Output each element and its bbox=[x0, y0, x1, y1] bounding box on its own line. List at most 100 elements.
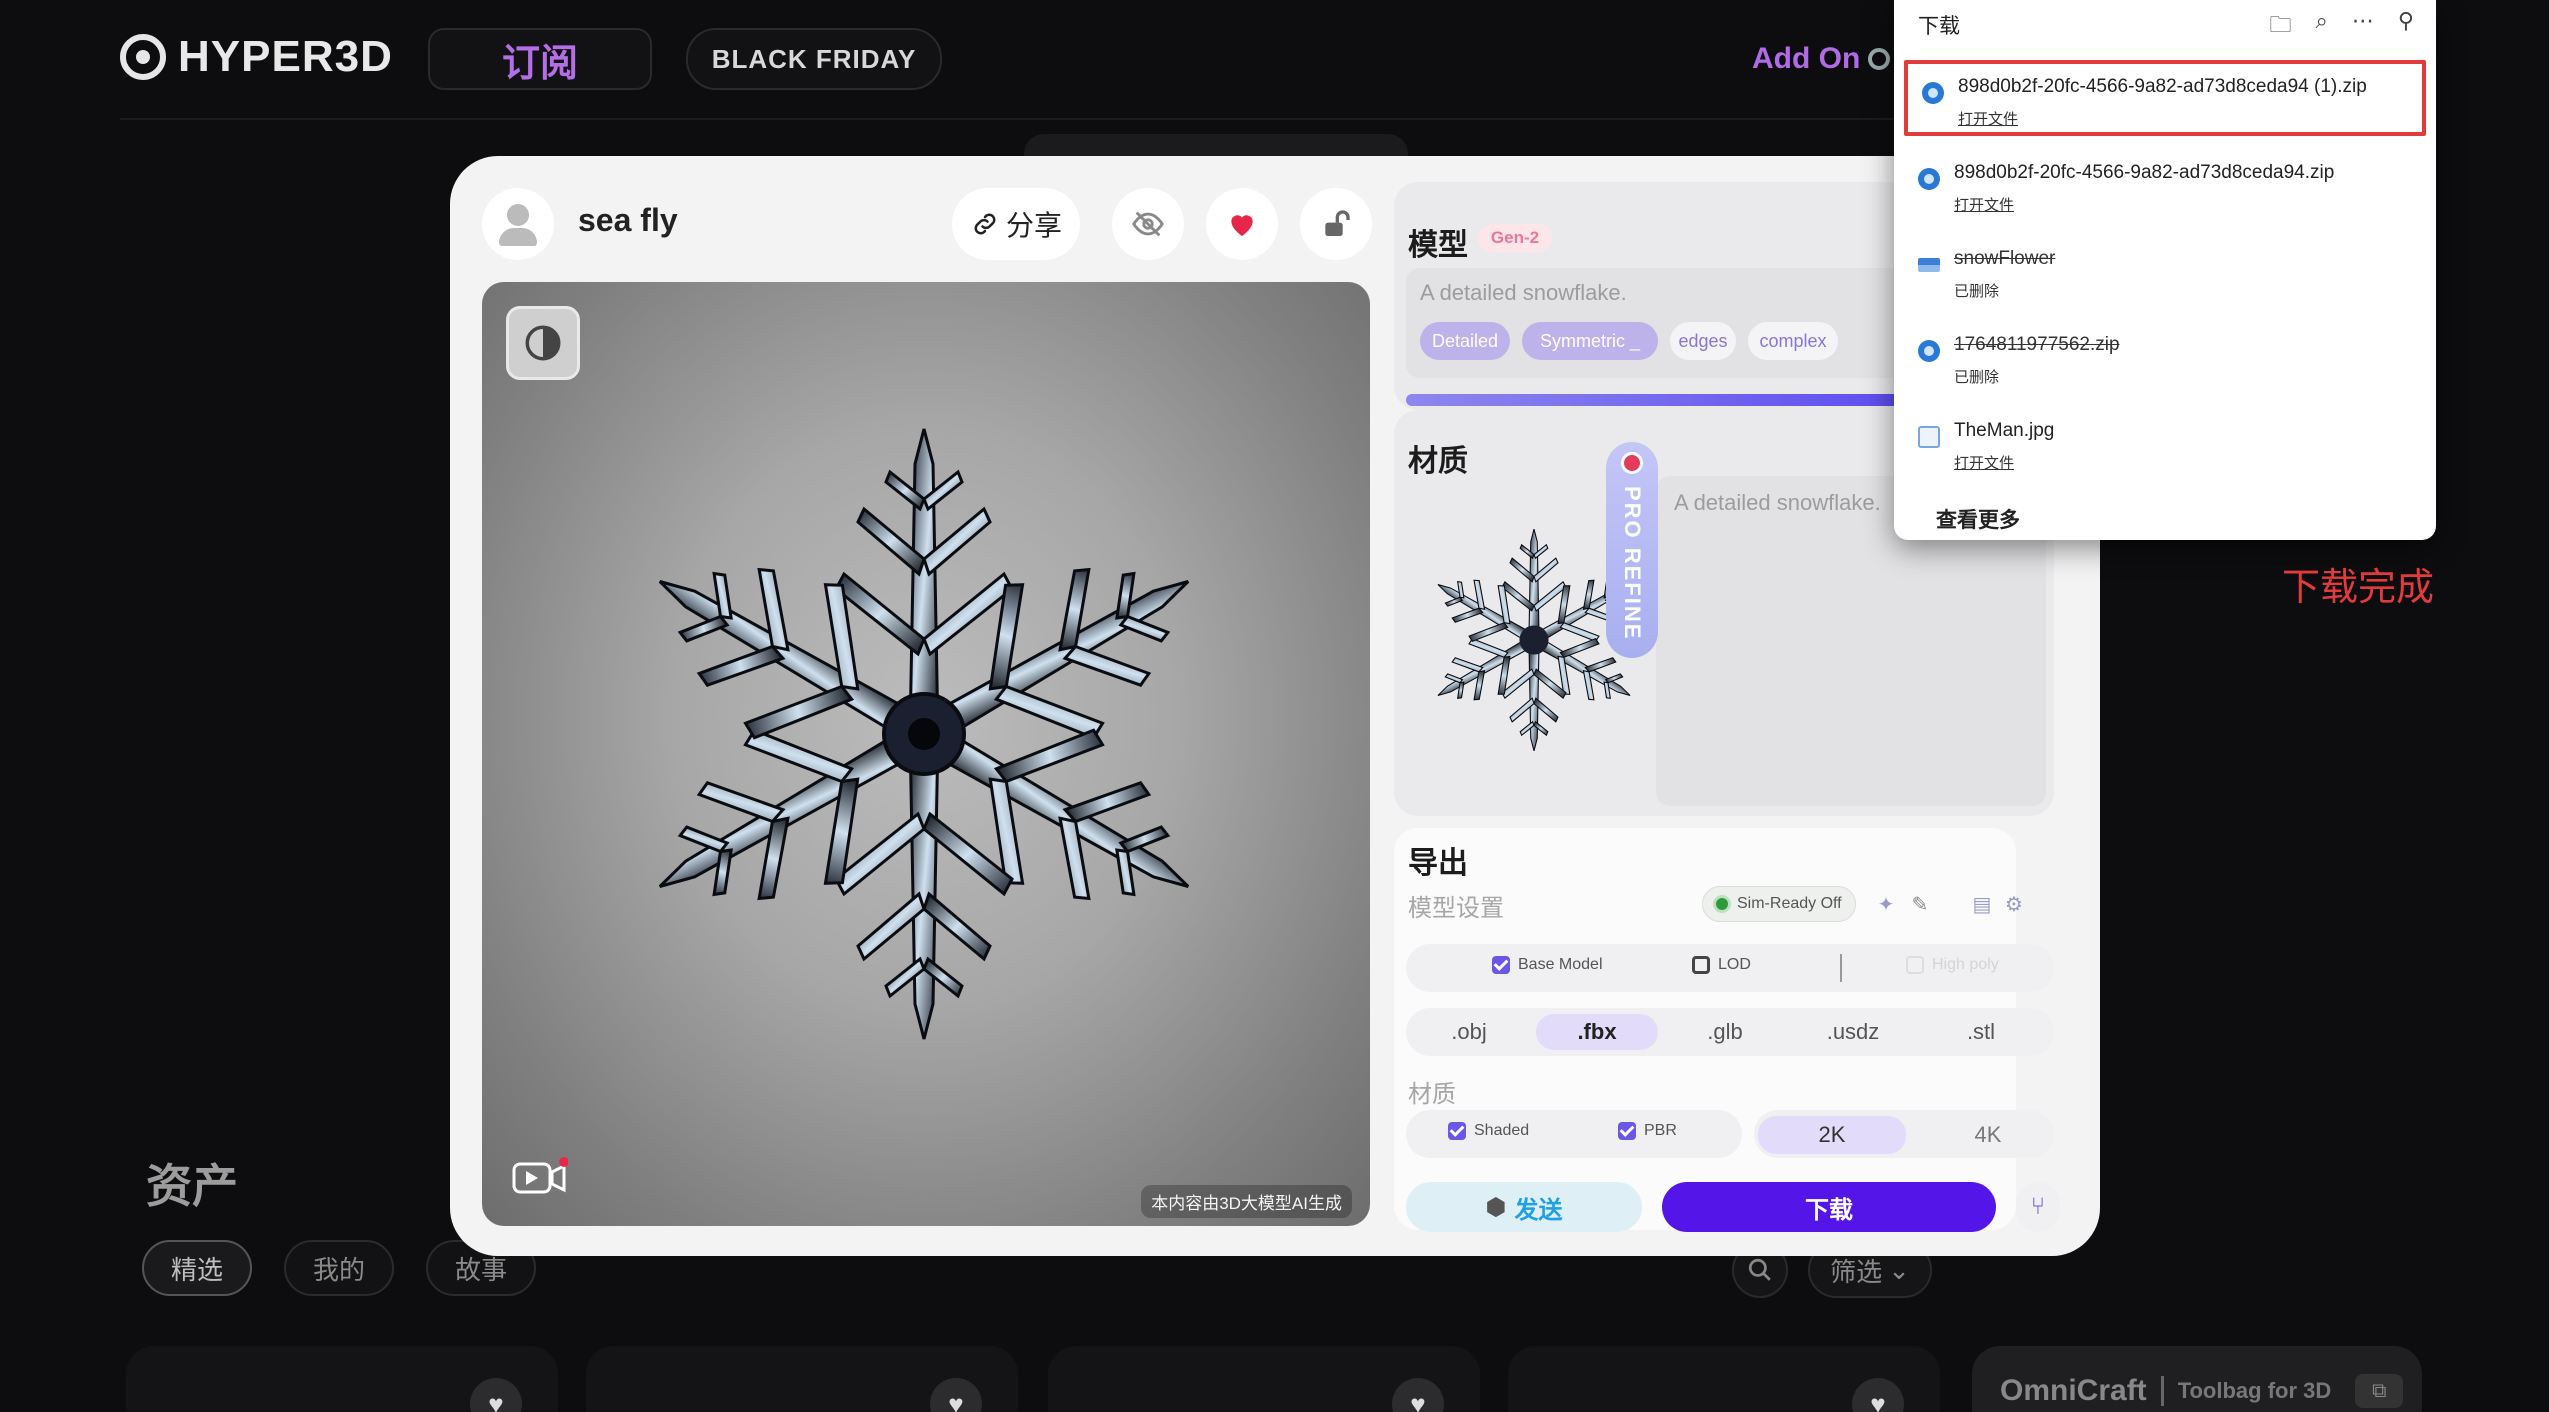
sparkle-icon[interactable]: ✦ bbox=[1872, 890, 1900, 918]
divider bbox=[2160, 1376, 2164, 1406]
download-item[interactable]: TheMan.jpg 打开文件 bbox=[1904, 408, 2426, 484]
see-more-link[interactable]: 查看更多 bbox=[1936, 504, 2020, 534]
sim-ready-label: Sim-Ready Off bbox=[1737, 895, 1842, 912]
high-poly-checkbox[interactable]: High poly bbox=[1906, 956, 1999, 974]
unlock-button[interactable] bbox=[1300, 188, 1372, 260]
record-video-button[interactable] bbox=[512, 1156, 569, 1196]
downloads-toolbar: 🗀 ⌕ ⋯ ⚲ bbox=[2270, 8, 2414, 46]
download-item[interactable]: snowFlower 已删除 bbox=[1904, 236, 2426, 312]
material-label: 材质 bbox=[1408, 1081, 1456, 1108]
eye-off-icon bbox=[1132, 211, 1164, 237]
black-friday-button[interactable]: BLACK FRIDAY bbox=[686, 28, 942, 90]
asset-card[interactable]: ♥ bbox=[1508, 1346, 1940, 1412]
downloads-panel: 下载 🗀 ⌕ ⋯ ⚲ 898d0b2f-20fc-4566-9a82-ad73d… bbox=[1894, 0, 2436, 540]
avatar[interactable] bbox=[482, 188, 554, 260]
model-viewer[interactable]: 本内容由3D大模型AI生成 bbox=[482, 282, 1370, 1226]
asset-card[interactable]: ♥ bbox=[1048, 1346, 1480, 1412]
subscribe-button[interactable]: 订阅 bbox=[428, 28, 652, 90]
download-filename: 1764811977562.zip bbox=[1954, 334, 2120, 355]
heart-icon bbox=[1231, 215, 1253, 236]
download-filename: snowFlower bbox=[1954, 248, 2056, 269]
logo[interactable]: HYPER3D bbox=[120, 32, 393, 82]
download-item[interactable]: 898d0b2f-20fc-4566-9a82-ad73d8ceda94 (1)… bbox=[1904, 60, 2426, 136]
checkbox-checked-icon bbox=[1448, 1122, 1466, 1140]
model-title: 模型 bbox=[1408, 229, 1468, 262]
image-file-icon bbox=[1918, 426, 1940, 448]
window-icon: ⧉ bbox=[2355, 1374, 2404, 1408]
shaded-checkbox[interactable]: Shaded bbox=[1448, 1122, 1529, 1140]
tag-chip[interactable]: Symmetric _ bbox=[1522, 322, 1658, 360]
format-option-selected[interactable]: .fbx bbox=[1536, 1014, 1658, 1050]
sim-ready-toggle[interactable]: Sim-Ready Off bbox=[1702, 886, 1856, 922]
share-label: 分享 bbox=[1005, 210, 1062, 241]
folder-icon[interactable]: 🗀 bbox=[2270, 8, 2292, 46]
ai-generated-caption: 本内容由3D大模型AI生成 bbox=[1141, 1185, 1352, 1218]
asset-card[interactable]: ♥ bbox=[126, 1346, 558, 1412]
gen-badge: Gen-2 bbox=[1478, 224, 1552, 252]
layout-icon[interactable]: ▤ bbox=[1968, 890, 1996, 918]
pbr-label: PBR bbox=[1644, 1122, 1677, 1139]
heart-icon[interactable]: ♥ bbox=[1852, 1378, 1904, 1412]
export-title: 导出 bbox=[1408, 847, 1468, 880]
base-model-label: Base Model bbox=[1518, 956, 1603, 973]
fork-icon: ⑂ bbox=[2030, 1193, 2046, 1220]
format-option[interactable]: .usdz bbox=[1792, 1014, 1914, 1050]
base-model-checkbox[interactable]: Base Model bbox=[1492, 956, 1603, 974]
heart-icon[interactable]: ♥ bbox=[930, 1378, 982, 1412]
zip-icon bbox=[1918, 168, 1940, 190]
lod-label: LOD bbox=[1718, 956, 1751, 973]
model-prompt-box[interactable]: A detailed snowflake. Detailed Symmetric… bbox=[1406, 268, 1966, 378]
share-button[interactable]: 分享 bbox=[952, 188, 1080, 260]
download-item[interactable]: 898d0b2f-20fc-4566-9a82-ad73d8ceda94.zip… bbox=[1904, 150, 2426, 226]
pbr-checkbox[interactable]: PBR bbox=[1618, 1122, 1677, 1140]
open-file-link[interactable]: 打开文件 bbox=[1954, 452, 2014, 473]
material-options-row: Shaded PBR bbox=[1406, 1110, 1742, 1158]
username: sea fly bbox=[578, 202, 678, 238]
download-button[interactable]: 下载 bbox=[1662, 1182, 1996, 1232]
open-file-link[interactable]: 打开文件 bbox=[1958, 108, 2018, 129]
file-icon bbox=[1918, 258, 1940, 272]
edit-icon[interactable]: ✎ bbox=[1906, 890, 1934, 918]
download-filename: 898d0b2f-20fc-4566-9a82-ad73d8ceda94 (1)… bbox=[1958, 76, 2367, 97]
tag-chip[interactable]: complex bbox=[1748, 322, 1838, 360]
tag-chip[interactable]: Detailed bbox=[1420, 322, 1510, 360]
checkbox-disabled-icon bbox=[1906, 956, 1924, 974]
settings-icon[interactable]: ⚙ bbox=[2000, 890, 2028, 918]
fork-button[interactable]: ⑂ bbox=[2016, 1182, 2060, 1232]
pro-refine-tab[interactable]: PRO REFINE bbox=[1606, 442, 1658, 658]
shaded-label: Shaded bbox=[1474, 1122, 1530, 1139]
resolution-option-selected[interactable]: 2K bbox=[1758, 1116, 1906, 1154]
tab-featured[interactable]: 精选 bbox=[142, 1240, 252, 1296]
heart-icon[interactable]: ♥ bbox=[1392, 1378, 1444, 1412]
chevron-down-icon: ⌄ bbox=[1888, 1254, 1910, 1285]
format-selector: .obj .fbx .glb .usdz .stl bbox=[1406, 1008, 2054, 1056]
asset-card[interactable]: ♥ bbox=[586, 1346, 1018, 1412]
search-icon[interactable]: ⌕ bbox=[2316, 8, 2328, 46]
divider bbox=[1840, 954, 1842, 982]
tag-chip[interactable]: edges bbox=[1670, 322, 1736, 360]
tab-mine[interactable]: 我的 bbox=[284, 1240, 394, 1296]
lod-checkbox[interactable]: LOD bbox=[1692, 956, 1751, 974]
more-icon[interactable]: ⋯ bbox=[2352, 8, 2374, 46]
search-icon bbox=[1748, 1258, 1771, 1281]
hide-button[interactable] bbox=[1112, 188, 1184, 260]
send-button[interactable]: ⬢ 发送 bbox=[1406, 1182, 1642, 1232]
resolution-option[interactable]: 4K bbox=[1914, 1116, 2062, 1154]
heart-icon[interactable]: ♥ bbox=[470, 1378, 522, 1412]
downloads-title: 下载 bbox=[1918, 15, 1960, 38]
assets-title: 资产 bbox=[146, 1160, 238, 1212]
format-option[interactable]: .obj bbox=[1408, 1014, 1530, 1050]
resolution-selector: 2K 4K bbox=[1754, 1110, 2054, 1158]
like-button[interactable] bbox=[1206, 188, 1278, 260]
pin-icon[interactable]: ⚲ bbox=[2398, 8, 2414, 46]
omnicraft-banner[interactable]: OmniCraft Toolbag for 3D ⧉ bbox=[1972, 1346, 2422, 1412]
shading-toggle[interactable] bbox=[506, 306, 580, 380]
download-item[interactable]: 1764811977562.zip 已删除 bbox=[1904, 322, 2426, 398]
omnicraft-name: OmniCraft bbox=[2000, 1374, 2147, 1407]
addon-link[interactable]: Add On bbox=[1752, 42, 1891, 76]
format-option[interactable]: .glb bbox=[1664, 1014, 1786, 1050]
zip-icon bbox=[1918, 340, 1940, 362]
addon-icon bbox=[1868, 48, 1891, 70]
open-file-link[interactable]: 打开文件 bbox=[1954, 194, 2014, 215]
format-option[interactable]: .stl bbox=[1920, 1014, 2042, 1050]
